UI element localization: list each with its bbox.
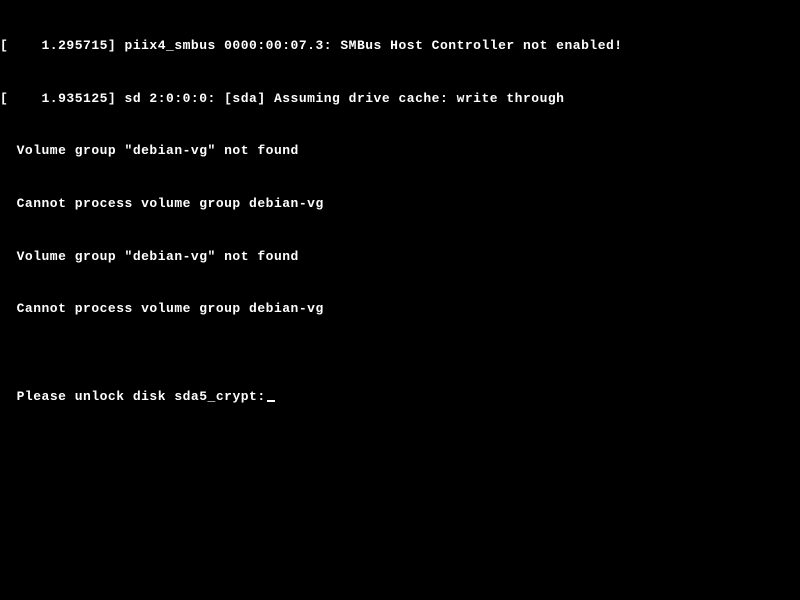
lvm-error-line: Volume group "debian-vg" not found: [0, 142, 800, 160]
boot-console: [ 1.295715] piix4_smbus 0000:00:07.3: SM…: [0, 2, 800, 406]
lvm-error-line: Cannot process volume group debian-vg: [0, 195, 800, 213]
lvm-error-line: Volume group "debian-vg" not found: [0, 248, 800, 266]
password-input[interactable]: [266, 389, 275, 404]
cursor-icon: [267, 400, 275, 402]
blank-line: [0, 353, 800, 371]
lvm-error-line: Cannot process volume group debian-vg: [0, 300, 800, 318]
unlock-prompt: Please unlock disk sda5_crypt:: [17, 389, 266, 404]
kernel-log-line: [ 1.935125] sd 2:0:0:0: [sda] Assuming d…: [0, 90, 800, 108]
kernel-log-line: [ 1.295715] piix4_smbus 0000:00:07.3: SM…: [0, 37, 800, 55]
